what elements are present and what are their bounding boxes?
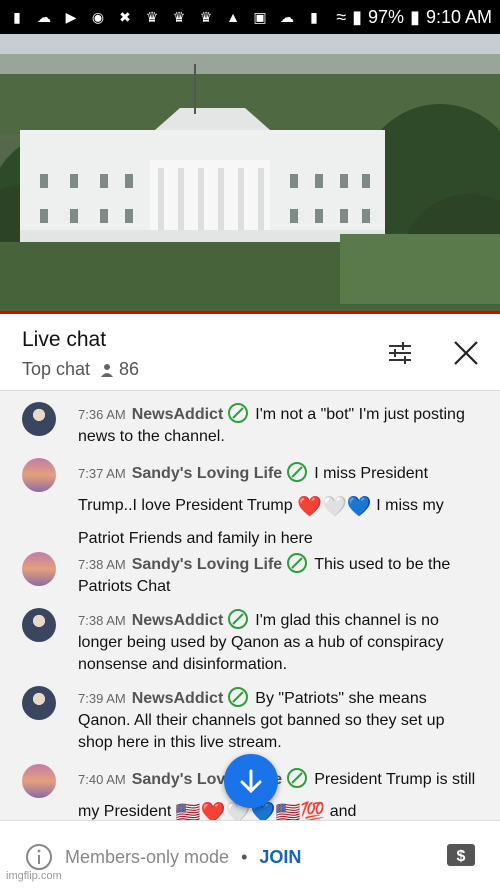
crown-icon: ♛ — [172, 9, 186, 25]
bag-icon: ▮ — [310, 9, 318, 25]
message-body: 7:36 AM NewsAddict I'm not a "bot" I'm jus… — [78, 402, 478, 448]
status-bar: ▮ ☁ ▶ ◉ ✖ ♛ ♛ ♛ ▲ ▣ ☁ ▮ ≈ ▮ 97% ▮ 9:10 A… — [0, 0, 500, 34]
chat-settings-button[interactable] — [383, 336, 417, 370]
message-body: 7:40 AM Sandy's Loving Life President Trum… — [78, 764, 478, 820]
network-icon: ✖ — [119, 9, 131, 25]
message-author[interactable]: Sandy's Loving Life — [132, 556, 283, 573]
message-time: 7:38 AM — [78, 613, 126, 628]
verified-badge-icon — [287, 462, 308, 482]
settings-sliders-icon — [389, 342, 411, 364]
message-time: 7:40 AM — [78, 772, 126, 787]
chat-header: Live chat Top chat 86 — [0, 314, 500, 391]
newsaddict-avatar[interactable] — [22, 686, 56, 720]
chat-mode-label: Top chat — [22, 359, 91, 379]
battery-level: 97% — [368, 6, 405, 27]
members-only-bar: Members-only mode • JOIN — [25, 843, 301, 871]
chat-bubble-icon: ▮ — [13, 9, 21, 25]
chat-footer: Members-only mode • JOIN $ — [0, 820, 500, 888]
message-author[interactable]: Sandy's Loving Life — [132, 465, 283, 482]
verified-badge-icon — [228, 687, 249, 707]
message-time: 7:36 AM — [78, 407, 126, 422]
newsaddict-avatar[interactable] — [22, 402, 56, 436]
battery-icon: ▮ — [410, 6, 420, 27]
clock: 9:10 AM — [425, 6, 492, 27]
message-text: and — [329, 803, 357, 820]
youtube-icon: ▶ — [65, 9, 77, 25]
status-right: ≈ ▮ 97% ▮ 9:10 AM — [336, 7, 492, 28]
message-body: 7:37 AM Sandy's Loving Life I miss Preside… — [78, 458, 478, 555]
verified-badge-icon — [228, 609, 249, 629]
cloud-icon: ☁ — [37, 9, 51, 25]
image-icon: ▣ — [253, 9, 267, 25]
person-icon — [101, 363, 114, 377]
sandy-avatar[interactable] — [22, 458, 56, 492]
video-player[interactable] — [0, 34, 500, 312]
message-body: 7:38 AM Sandy's Loving Life This used to b… — [78, 552, 478, 598]
verified-badge-icon — [287, 768, 308, 788]
crown-icon: ♛ — [199, 9, 213, 25]
crown-icon: ♛ — [145, 9, 159, 25]
separator-dot: • — [241, 846, 248, 867]
notification-icons: ▮ ☁ ▶ ◉ ✖ ♛ ♛ ♛ ▲ ▣ ☁ ▮ — [8, 9, 323, 25]
message-time: 7:38 AM — [78, 557, 126, 572]
verified-badge-icon — [228, 403, 249, 423]
verified-badge-icon — [287, 553, 308, 573]
viewer-count-value: 86 — [119, 359, 140, 379]
warning-icon: ▲ — [226, 9, 240, 25]
heart-emoji: ❤️🤍💙 — [297, 496, 372, 518]
chat-title: Live chat — [22, 328, 107, 351]
super-chat-icon: $ — [447, 844, 475, 866]
svg-text:$: $ — [457, 848, 466, 865]
message-author[interactable]: NewsAddict — [132, 612, 224, 629]
message-author[interactable]: NewsAddict — [132, 690, 224, 707]
chat-mode-selector[interactable]: Top chat 86 — [22, 359, 139, 380]
arrow-down-icon — [240, 769, 262, 794]
signal-icon: ▮ — [352, 6, 363, 27]
close-chat-button[interactable] — [449, 336, 483, 370]
message-time: 7:39 AM — [78, 691, 126, 706]
sandy-avatar[interactable] — [22, 552, 56, 586]
cloud-icon: ☁ — [280, 9, 294, 25]
members-only-label: Members-only mode — [65, 846, 230, 867]
watermark: imgflip.com — [6, 870, 62, 882]
close-icon — [454, 341, 478, 365]
info-icon[interactable] — [25, 843, 53, 871]
sandy-avatar[interactable] — [22, 764, 56, 798]
viewer-count: 86 — [100, 359, 139, 380]
super-chat-button[interactable]: $ — [446, 843, 476, 867]
message-body: 7:38 AM NewsAddict I'm glad this channel i… — [78, 608, 478, 676]
messenger-icon: ◉ — [91, 9, 105, 25]
video-frame — [0, 34, 500, 312]
scroll-to-latest-button[interactable] — [224, 754, 278, 808]
message-body: 7:39 AM NewsAddict By "Patriots" she means… — [78, 686, 478, 754]
message-time: 7:37 AM — [78, 466, 126, 481]
wifi-icon: ≈ — [336, 6, 347, 27]
newsaddict-avatar[interactable] — [22, 608, 56, 642]
message-author[interactable]: NewsAddict — [132, 406, 224, 423]
join-button[interactable]: JOIN — [259, 847, 301, 868]
